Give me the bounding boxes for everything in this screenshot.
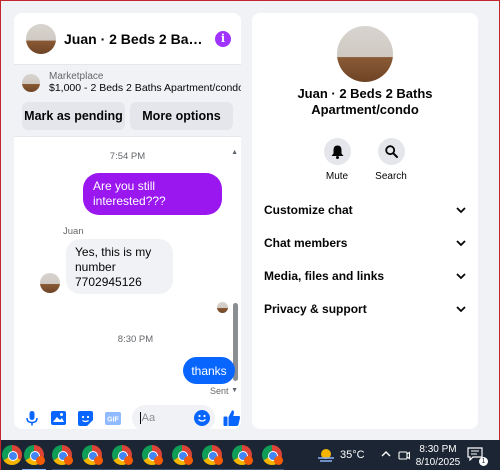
profile-avatar[interactable] xyxy=(337,26,393,82)
more-options-button[interactable]: More options xyxy=(130,102,233,130)
search-label: Search xyxy=(375,171,407,182)
search-icon[interactable] xyxy=(377,138,405,165)
sent-status: Sent xyxy=(210,386,229,396)
profile-badge-icon xyxy=(274,456,283,465)
mute-button[interactable]: Mute xyxy=(317,138,357,182)
chat-members-section[interactable]: Chat members xyxy=(264,233,466,253)
thumbs-up-icon[interactable] xyxy=(223,409,241,427)
profile-badge-icon xyxy=(124,456,133,465)
chevron-up-icon[interactable] xyxy=(381,449,391,460)
chrome-app-icon[interactable] xyxy=(2,445,22,465)
privacy-support-section[interactable]: Privacy & support xyxy=(264,299,466,319)
message-composer: GIF Aa xyxy=(14,403,241,429)
microphone-icon[interactable] xyxy=(24,410,40,426)
timestamp: 7:54 PM xyxy=(109,151,146,162)
chevron-down-icon xyxy=(456,269,466,283)
message-input[interactable]: Aa xyxy=(131,405,216,429)
chevron-down-icon xyxy=(456,302,466,316)
outgoing-message[interactable]: thanks xyxy=(183,357,235,384)
profile-badge-icon xyxy=(214,456,223,465)
profile-badge-icon xyxy=(94,456,103,465)
outgoing-message[interactable]: Are you still interested??? xyxy=(83,173,222,215)
chat-header: Juan · 2 Beds 2 Baths Apartment/condo i xyxy=(14,13,241,65)
message-list: ▲ ▼ 7:54 PM Are you still interested??? … xyxy=(14,139,241,397)
bell-icon[interactable] xyxy=(323,138,351,165)
section-label: Chat members xyxy=(264,236,348,250)
mute-label: Mute xyxy=(325,171,349,182)
profile-badge-icon xyxy=(154,456,163,465)
chat-window: Juan · 2 Beds 2 Baths Apartment/condo i … xyxy=(14,13,241,429)
svg-text:GIF: GIF xyxy=(107,416,119,423)
profile-badge-icon xyxy=(244,456,253,465)
search-button[interactable]: Search xyxy=(371,138,411,182)
clock[interactable]: 8:30 PM 8/10/2025 xyxy=(415,443,461,469)
emoji-icon[interactable] xyxy=(194,410,211,426)
conversation-info-panel: Juan · 2 Beds 2 Baths Apartment/condo Mu… xyxy=(252,13,478,429)
marketplace-actions: Mark as pending More options xyxy=(22,102,233,130)
marketplace-card: Marketplace $1,000 - 2 Beds 2 Baths Apar… xyxy=(14,65,241,137)
device-icon[interactable] xyxy=(398,449,411,464)
gif-icon[interactable]: GIF xyxy=(104,410,121,426)
sender-name: Juan xyxy=(63,226,84,237)
notification-count: 1 xyxy=(479,457,488,466)
section-label: Media, files and links xyxy=(264,269,385,283)
clock-time: 8:30 PM xyxy=(419,444,457,455)
customize-chat-section[interactable]: Customize chat xyxy=(264,200,466,220)
seen-indicator-avatar xyxy=(217,302,228,313)
text-caret xyxy=(139,412,141,424)
listing-thumbnail xyxy=(22,73,40,92)
marketplace-text: Marketplace $1,000 - 2 Beds 2 Baths Apar… xyxy=(49,71,241,94)
marketplace-info: Marketplace $1,000 - 2 Beds 2 Baths Apar… xyxy=(22,71,241,94)
listing-title[interactable]: $1,000 - 2 Beds 2 Baths Apartment/condo xyxy=(49,82,241,94)
timestamp: 8:30 PM xyxy=(117,334,154,345)
section-label: Customize chat xyxy=(264,203,353,217)
mark-as-pending-button[interactable]: Mark as pending xyxy=(22,102,125,130)
listing-avatar[interactable] xyxy=(26,23,56,54)
photo-icon[interactable] xyxy=(51,410,67,426)
section-label: Privacy & support xyxy=(264,302,367,316)
sticker-icon[interactable] xyxy=(78,410,94,426)
profile-badge-icon xyxy=(36,456,45,465)
profile-badge-icon xyxy=(64,456,73,465)
temperature-text[interactable]: 35°C xyxy=(340,449,365,461)
marketplace-label: Marketplace xyxy=(49,71,104,82)
info-icon[interactable]: i xyxy=(215,30,231,47)
conversation-name: Juan · 2 Beds 2 Baths Apartment/condo xyxy=(297,86,433,117)
weather-icon[interactable] xyxy=(317,447,335,463)
sender-avatar[interactable] xyxy=(40,273,60,293)
clock-date: 8/10/2025 xyxy=(415,457,461,468)
chat-title[interactable]: Juan · 2 Beds 2 Baths Apartment/condo xyxy=(64,31,205,47)
message-input-placeholder: Aa xyxy=(141,412,156,424)
scroll-down-arrow-icon[interactable]: ▼ xyxy=(231,387,238,394)
chevron-down-icon xyxy=(456,203,466,217)
scrollbar[interactable]: ▲ ▼ xyxy=(231,149,238,394)
profile-badge-icon xyxy=(184,456,193,465)
incoming-message[interactable]: Yes, this is my number 7702945126 xyxy=(66,239,173,294)
media-files-links-section[interactable]: Media, files and links xyxy=(264,266,466,286)
taskbar: 35°C 8:30 PM 8/10/2025 1 xyxy=(1,440,500,470)
chevron-down-icon xyxy=(456,236,466,250)
